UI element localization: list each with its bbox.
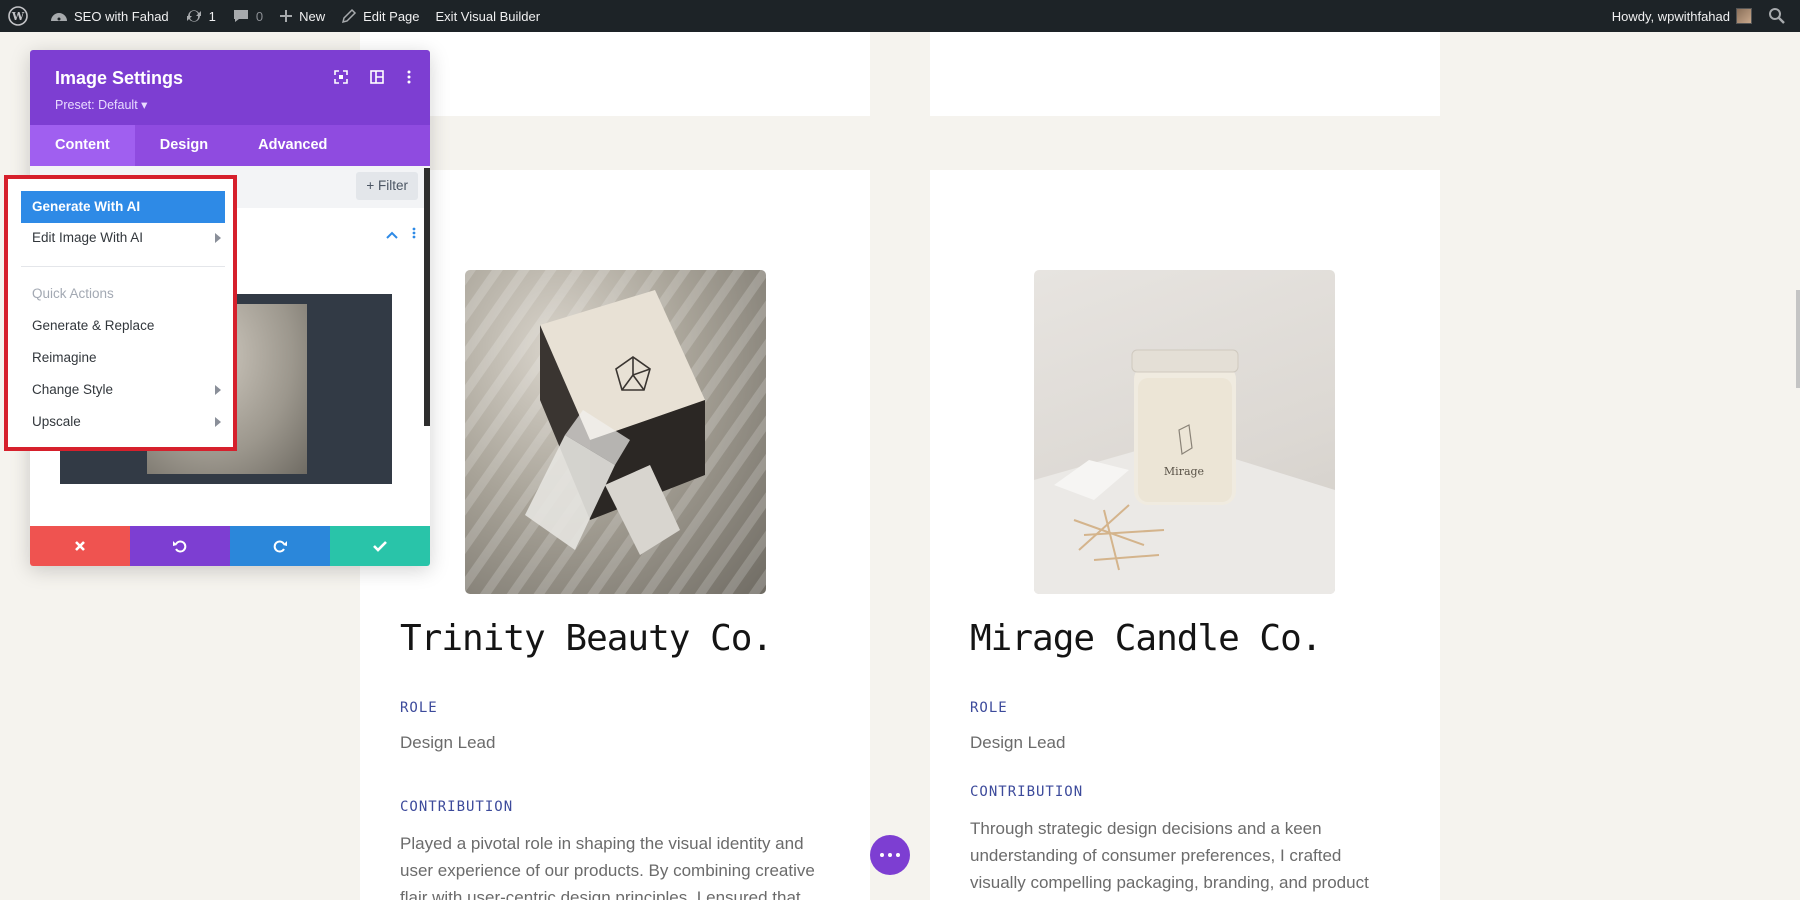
wordpress-logo-icon[interactable]: W bbox=[0, 0, 42, 32]
project-card-mirage: Mirage Mirage Candle Co. ROLE Design Lea… bbox=[930, 170, 1440, 900]
ai-actions-dropdown: Generate With AI Edit Image With AI Quic… bbox=[4, 175, 237, 451]
project-card-trinity: Trinity Beauty Co. ROLE Design Lead CONT… bbox=[360, 170, 870, 900]
search-icon[interactable] bbox=[1760, 0, 1800, 32]
preset-label: Preset: Default bbox=[55, 98, 138, 112]
role-label: ROLE bbox=[970, 700, 1008, 716]
preset-selector[interactable]: Preset: Default ▾ bbox=[55, 97, 405, 112]
chevron-up-icon[interactable] bbox=[386, 226, 398, 244]
redo-icon bbox=[273, 540, 287, 553]
edit-page-label: Edit Page bbox=[363, 8, 420, 24]
quick-actions-header: Quick Actions bbox=[32, 286, 114, 301]
upscale-label: Upscale bbox=[32, 414, 81, 429]
filter-label: Filter bbox=[378, 178, 408, 193]
expand-icon[interactable] bbox=[334, 70, 348, 89]
tab-design[interactable]: Design bbox=[135, 125, 233, 166]
more-options-icon[interactable] bbox=[412, 226, 416, 244]
comments-count: 0 bbox=[255, 8, 264, 24]
reimagine-item[interactable]: Reimagine bbox=[21, 342, 225, 374]
card-top-left bbox=[360, 32, 870, 116]
generate-replace-item[interactable]: Generate & Replace bbox=[21, 310, 225, 342]
divider bbox=[21, 266, 225, 267]
edit-page-link[interactable]: Edit Page bbox=[333, 0, 427, 32]
comments-link[interactable]: 0 bbox=[224, 0, 271, 32]
role-label: ROLE bbox=[400, 700, 438, 716]
panel-header[interactable]: Image Settings Preset: Default ▾ bbox=[30, 50, 430, 125]
change-style-label: Change Style bbox=[32, 382, 114, 397]
page-scrollbar[interactable] bbox=[1796, 290, 1800, 388]
contribution-text: Through strategic design decisions and a… bbox=[970, 819, 1369, 892]
filter-button[interactable]: + Filter bbox=[356, 172, 418, 200]
card-title: Trinity Beauty Co. bbox=[400, 618, 773, 659]
submenu-arrow-icon bbox=[215, 385, 221, 395]
layout-icon[interactable] bbox=[370, 70, 384, 89]
edit-image-label: Edit Image With AI bbox=[32, 230, 144, 245]
plus-icon: + bbox=[366, 178, 375, 193]
save-button[interactable] bbox=[330, 526, 430, 566]
card-title: Mirage Candle Co. bbox=[970, 618, 1322, 659]
edit-image-with-ai-item[interactable]: Edit Image With AI bbox=[21, 222, 225, 254]
new-label: New bbox=[299, 8, 326, 24]
builder-menu-button[interactable] bbox=[870, 835, 910, 875]
caret-down-icon: ▾ bbox=[141, 98, 148, 112]
dot bbox=[880, 853, 884, 857]
howdy-label: Howdy, wpwithfahad bbox=[1611, 8, 1730, 24]
close-icon bbox=[75, 541, 85, 551]
redo-button[interactable] bbox=[230, 526, 330, 566]
dot bbox=[888, 853, 892, 857]
submenu-arrow-icon bbox=[215, 233, 221, 243]
updates-count: 1 bbox=[208, 8, 216, 24]
mirage-product-image[interactable]: Mirage bbox=[1034, 270, 1335, 594]
generate-with-ai-item[interactable]: Generate With AI bbox=[21, 191, 225, 223]
tab-advanced[interactable]: Advanced bbox=[233, 125, 352, 166]
contribution-label: CONTRIBUTION bbox=[970, 784, 1084, 800]
contribution-label: CONTRIBUTION bbox=[400, 799, 514, 815]
role-value: Design Lead bbox=[970, 733, 1066, 752]
panel-scrollbar[interactable] bbox=[424, 168, 430, 426]
cancel-button[interactable] bbox=[30, 526, 130, 566]
undo-icon bbox=[173, 540, 187, 553]
updates-link[interactable]: 1 bbox=[177, 0, 224, 32]
more-options-icon[interactable] bbox=[406, 70, 412, 89]
role-value: Design Lead bbox=[400, 733, 496, 752]
check-icon bbox=[373, 541, 387, 552]
site-name-link[interactable]: SEO with Fahad bbox=[42, 0, 177, 32]
jar-brand-label: Mirage bbox=[1164, 465, 1204, 478]
undo-button[interactable] bbox=[130, 526, 230, 566]
change-style-item[interactable]: Change Style bbox=[21, 374, 225, 406]
site-name: SEO with Fahad bbox=[74, 8, 169, 24]
admin-bar: W SEO with Fahad 1 0 New Edit Page Exit … bbox=[0, 0, 1800, 32]
upscale-item[interactable]: Upscale bbox=[21, 406, 225, 438]
panel-actions bbox=[30, 526, 430, 566]
new-content-link[interactable]: New bbox=[271, 0, 333, 32]
trinity-product-image[interactable] bbox=[465, 270, 766, 594]
svg-text:W: W bbox=[11, 10, 25, 23]
avatar bbox=[1736, 8, 1752, 24]
submenu-arrow-icon bbox=[215, 417, 221, 427]
contribution-text: Played a pivotal role in shaping the vis… bbox=[400, 834, 815, 900]
card-top-right bbox=[930, 32, 1440, 116]
exit-builder-label: Exit Visual Builder bbox=[435, 8, 541, 24]
panel-tabs: Content Design Advanced bbox=[30, 125, 430, 166]
dot bbox=[896, 853, 900, 857]
tab-content[interactable]: Content bbox=[30, 125, 135, 166]
exit-visual-builder-link[interactable]: Exit Visual Builder bbox=[428, 0, 549, 32]
my-account-link[interactable]: Howdy, wpwithfahad bbox=[1604, 0, 1760, 32]
